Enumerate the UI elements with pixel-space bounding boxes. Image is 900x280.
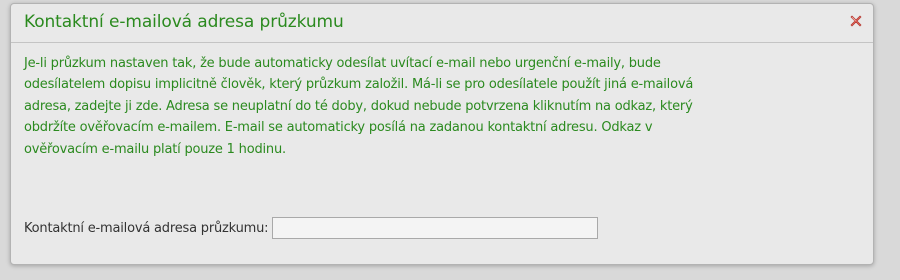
panel-title: Kontaktní e-mailová adresa průzkumu — [24, 12, 344, 32]
close-icon[interactable] — [849, 13, 863, 27]
panel-description: Je-li průzkum nastaven tak, že bude auto… — [24, 56, 694, 157]
title-divider — [11, 42, 873, 43]
contact-email-label: Kontaktní e-mailová adresa průzkumu: — [24, 220, 269, 236]
contact-email-panel: Kontaktní e-mailová adresa průzkumu Je-l… — [10, 3, 874, 265]
contact-email-input[interactable] — [272, 217, 599, 239]
contact-email-row: Kontaktní e-mailová adresa průzkumu: — [24, 214, 599, 242]
page-background: Kontaktní e-mailová adresa průzkumu Je-l… — [0, 0, 900, 280]
